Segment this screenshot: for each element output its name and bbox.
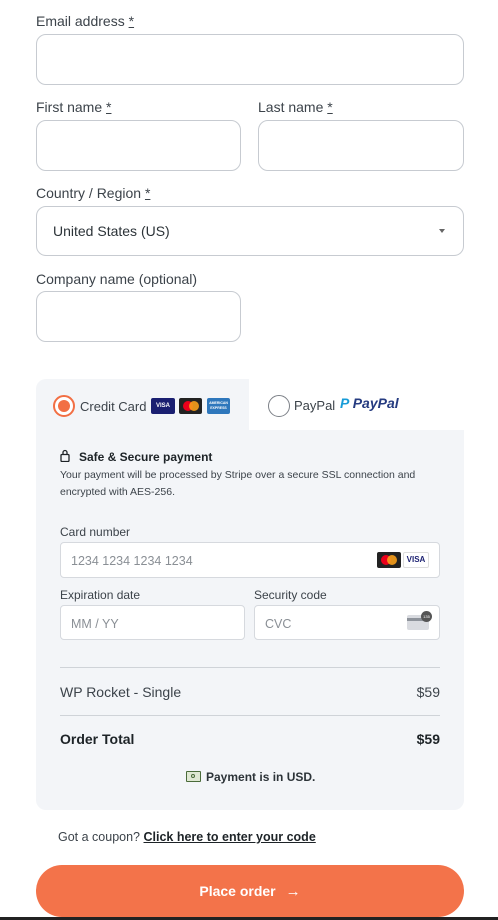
cvc-placeholder: CVC: [265, 617, 292, 631]
credit-card-radio[interactable]: [53, 395, 75, 417]
secure-payment-title: Safe & Secure payment: [79, 450, 213, 464]
secure-payment-description: Your payment will be processed by Stripe…: [60, 469, 416, 498]
product-price: $59: [416, 684, 440, 700]
visa-icon: VISA: [403, 552, 429, 568]
arrow-right-icon: →: [285, 882, 301, 900]
company-label: Company name (optional): [36, 271, 198, 287]
place-order-label: Place order: [199, 883, 276, 899]
paypal-radio[interactable]: [268, 395, 290, 417]
summary-divider: [60, 667, 440, 668]
last-name-field[interactable]: [258, 120, 464, 171]
email-label: Email address *: [36, 13, 135, 29]
visa-icon: VISA: [151, 398, 175, 414]
place-order-button[interactable]: Place order →: [36, 865, 464, 917]
chevron-down-icon: [439, 229, 445, 233]
amex-icon: AMERICAN EXPRESS: [207, 398, 230, 414]
card-number-input[interactable]: 1234 1234 1234 1234 VISA: [60, 542, 440, 578]
expiry-label: Expiration date: [60, 588, 141, 602]
required-mark: *: [327, 99, 333, 115]
cvc-input[interactable]: CVC 135: [254, 605, 440, 640]
coupon-prompt: Got a coupon? Click here to enter your c…: [58, 830, 316, 844]
card-number-placeholder: 1234 1234 1234 1234: [71, 554, 193, 568]
country-select[interactable]: United States (US): [36, 206, 464, 256]
required-mark: *: [144, 185, 151, 201]
required-mark: *: [128, 13, 135, 29]
tab-credit-card-label: Credit Card: [80, 399, 147, 414]
country-select-value: United States (US): [53, 223, 170, 239]
country-label: Country / Region *: [36, 185, 151, 201]
tab-paypal-label: PayPal: [294, 398, 336, 413]
card-number-label: Card number: [60, 525, 131, 539]
company-field[interactable]: [36, 291, 241, 342]
paypal-logo-icon: P PayPal: [340, 395, 399, 411]
banknote-icon: [186, 771, 201, 782]
required-mark: *: [106, 99, 112, 115]
order-total-price: $59: [416, 731, 440, 747]
mastercard-icon: [179, 398, 202, 414]
first-name-field[interactable]: [36, 120, 241, 171]
coupon-link[interactable]: Click here to enter your code: [144, 830, 316, 844]
order-total-label: Order Total: [60, 731, 135, 747]
cvc-label: Security code: [254, 588, 327, 602]
tab-paypal[interactable]: PayPal P PayPal: [265, 390, 445, 424]
lock-icon: [60, 449, 70, 463]
mastercard-icon: [377, 552, 401, 568]
currency-note: Payment is in USD.: [206, 770, 316, 784]
expiry-input[interactable]: MM / YY: [60, 605, 245, 640]
last-name-label: Last name *: [258, 99, 333, 115]
cvc-card-icon: 135: [407, 611, 432, 630]
expiry-placeholder: MM / YY: [71, 617, 119, 631]
product-name: WP Rocket - Single: [60, 684, 182, 700]
summary-divider: [60, 715, 440, 716]
tab-credit-card[interactable]: Credit Card VISA AMERICAN EXPRESS: [50, 390, 245, 424]
email-field[interactable]: [36, 34, 464, 85]
first-name-label: First name *: [36, 99, 112, 115]
